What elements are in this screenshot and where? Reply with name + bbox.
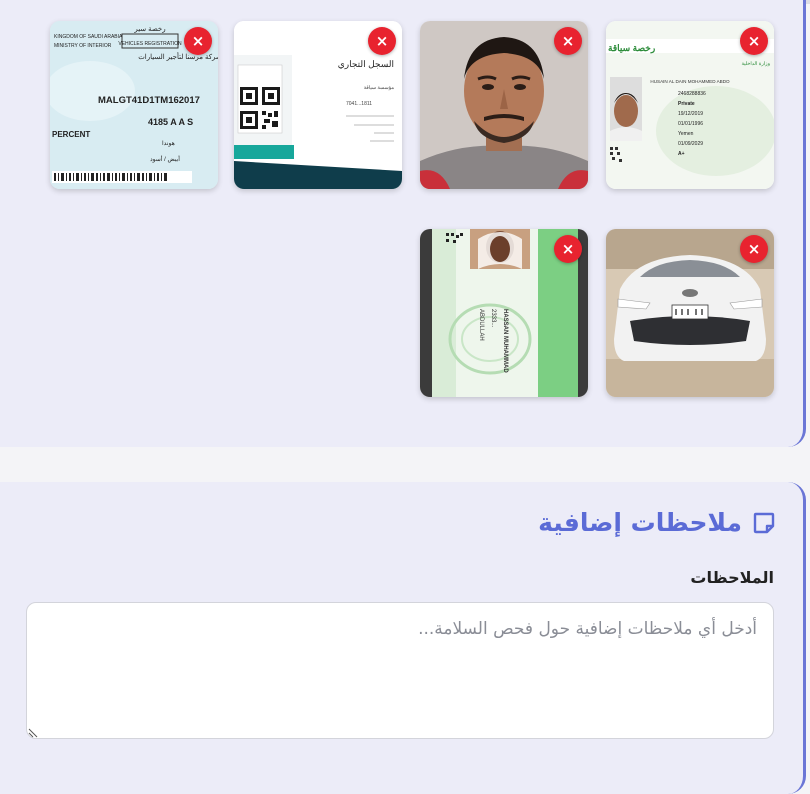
- remove-photo-button[interactable]: ×: [368, 27, 396, 55]
- close-icon: ×: [561, 32, 575, 50]
- notes-section-title-text: ملاحظات إضافية: [538, 508, 742, 537]
- close-icon: ×: [191, 32, 205, 50]
- driving-license-holder-name: HUSAIN AL DAIN MOHAMMED ABDO: [650, 79, 730, 84]
- close-icon: ×: [375, 32, 389, 50]
- residence-id-surname: ABDULLAH: [478, 309, 484, 341]
- remove-photo-button[interactable]: ×: [740, 27, 768, 55]
- vehicle-registration-title-ar: رخصة سير: [133, 26, 165, 33]
- remove-photo-button[interactable]: ×: [554, 235, 582, 263]
- residence-id-number: 2333...: [490, 309, 496, 328]
- driving-license-nationality: Yemen: [678, 131, 694, 137]
- notes-field-label: الملاحظات: [690, 568, 774, 587]
- driving-license-ministry: وزارة الداخلية: [741, 61, 770, 67]
- close-icon: ×: [747, 240, 761, 258]
- close-icon: ×: [747, 32, 761, 50]
- vehicle-registration-ministry: MINISTRY OF INTERIOR: [54, 43, 112, 49]
- driving-license-id: 2468288836: [678, 91, 706, 97]
- vehicle-registration-country: KINGDOM OF SAUDI ARABIA: [54, 34, 123, 40]
- note-icon: [753, 512, 775, 533]
- vehicle-registration-make: هوندا: [162, 140, 175, 147]
- photo-thumbnail-commercial-register[interactable]: السجل التجاري مؤسسة سياقة 7041...1811 ×: [234, 21, 402, 189]
- photo-thumbnail-car-photo[interactable]: ×: [606, 229, 774, 397]
- driving-license-birth-date: 01/01/1996: [678, 121, 703, 127]
- vehicle-registration-plate-code: MALGT41D1TM162017: [98, 95, 200, 106]
- remove-photo-button[interactable]: ×: [184, 27, 212, 55]
- vehicle-registration-title-en: VEHICLES REGISTRATION: [118, 41, 182, 47]
- driving-license-blood-type: A+: [678, 151, 685, 157]
- commercial-register-title: السجل التجاري: [338, 59, 394, 70]
- photo-thumbnail-residence-id[interactable]: HASSAN MUHAMMAD 2333... ABDULLAH ×: [420, 229, 588, 397]
- photo-thumbnail-vehicle-registration[interactable]: رخصة سير VEHICLES REGISTRATION KINGDOM O…: [50, 21, 218, 189]
- driving-license-issue-date: 19/12/2019: [678, 111, 703, 117]
- notes-textarea[interactable]: [26, 602, 774, 739]
- vehicle-registration-percent: PERCENT: [52, 130, 90, 139]
- photo-thumbnail-driver-face[interactable]: ×: [420, 21, 588, 189]
- remove-photo-button[interactable]: ×: [740, 235, 768, 263]
- remove-photo-button[interactable]: ×: [554, 27, 582, 55]
- residence-id-name: HASSAN MUHAMMAD: [502, 309, 508, 373]
- photo-thumbnail-driving-license[interactable]: رخصة سياقة وزارة الداخلية HUSAIN AL DAIN…: [606, 21, 774, 189]
- close-icon: ×: [561, 240, 575, 258]
- notes-section-title: ملاحظات إضافية: [538, 508, 776, 537]
- driving-license-type: Private: [678, 101, 695, 107]
- commercial-register-number: 7041...1811: [346, 101, 372, 107]
- resize-handle-icon[interactable]: [28, 726, 40, 738]
- driving-license-title-ar: رخصة سياقة: [608, 43, 655, 54]
- vehicle-registration-plate-number: 4185 A A S: [148, 117, 193, 127]
- driving-license-expiry-date: 01/09/2029: [678, 141, 703, 147]
- commercial-register-name: مؤسسة سياقة: [364, 85, 395, 91]
